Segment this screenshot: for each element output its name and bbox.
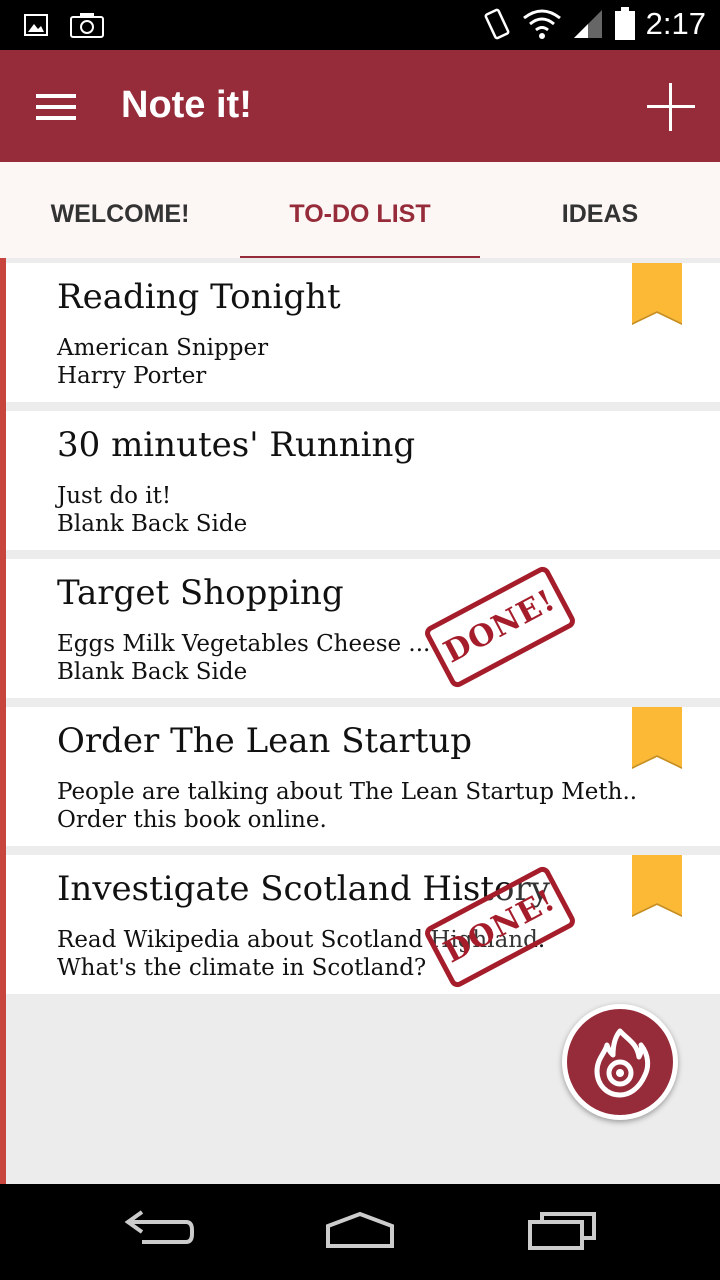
- fab-circle: [567, 1009, 673, 1115]
- note-line: Just do it!: [57, 483, 172, 509]
- tab-ideas[interactable]: IDEAS: [480, 162, 720, 258]
- note-line: What's the climate in Scotland?: [57, 955, 427, 981]
- signal-icon: [573, 10, 602, 38]
- vibrate-icon: [484, 8, 510, 40]
- note-line: Eggs Milk Vegetables Cheese ...: [57, 631, 431, 657]
- camera-notification-icon: [70, 13, 104, 38]
- plus-icon: [647, 83, 695, 131]
- note-title: Reading Tonight: [57, 277, 341, 317]
- status-bar: 2:17: [0, 0, 720, 50]
- add-note-button[interactable]: [646, 82, 696, 132]
- system-nav-bar: [0, 1184, 720, 1280]
- wifi-icon: [522, 9, 561, 39]
- note-title: Target Shopping: [57, 573, 344, 613]
- bookmark-icon[interactable]: [632, 707, 682, 769]
- recents-icon[interactable]: [526, 1210, 598, 1250]
- back-icon[interactable]: [124, 1210, 196, 1250]
- hamburger-line: [36, 116, 76, 120]
- bookmark-icon[interactable]: [632, 263, 682, 325]
- note-line: Harry Porter: [57, 363, 207, 389]
- tab-todo-list[interactable]: TO-DO LIST: [240, 162, 480, 262]
- note-line: American Snipper: [57, 335, 269, 361]
- tab-welcome[interactable]: WELCOME!: [0, 162, 240, 258]
- flame-fab-button[interactable]: [562, 1004, 678, 1120]
- image-notification-icon: [24, 14, 48, 36]
- note-title: 30 minutes' Running: [57, 425, 416, 465]
- note-line: Blank Back Side: [57, 659, 248, 685]
- note-card-reading-tonight[interactable]: Reading Tonight American Snipper Harry P…: [6, 263, 720, 402]
- note-line: Order this book online.: [57, 807, 327, 833]
- app-bar: Note it!: [0, 50, 720, 162]
- home-icon[interactable]: [322, 1210, 398, 1250]
- flame-icon: [594, 1028, 651, 1098]
- hamburger-line: [36, 105, 76, 109]
- clock: 2:17: [645, 6, 706, 41]
- note-list: Reading Tonight American Snipper Harry P…: [0, 258, 720, 1184]
- note-line: Blank Back Side: [57, 511, 248, 537]
- done-stamp: DONE!: [422, 564, 578, 690]
- tab-bar: WELCOME! TO-DO LIST IDEAS: [0, 162, 720, 262]
- menu-button[interactable]: [36, 94, 76, 120]
- bookmark-icon[interactable]: [632, 855, 682, 917]
- app-title: Note it!: [121, 84, 252, 126]
- note-card-scotland-history[interactable]: Investigate Scotland History Read Wikipe…: [6, 855, 720, 994]
- note-title: Order The Lean Startup: [57, 721, 473, 761]
- note-line: People are talking about The Lean Startu…: [57, 779, 638, 805]
- note-card-lean-startup[interactable]: Order The Lean Startup People are talkin…: [6, 707, 720, 846]
- hamburger-icon: [36, 94, 76, 98]
- note-card-running[interactable]: 30 minutes' Running Just do it! Blank Ba…: [6, 411, 720, 550]
- battery-icon: [614, 7, 635, 40]
- note-card-target-shopping[interactable]: Target Shopping Eggs Milk Vegetables Che…: [6, 559, 720, 698]
